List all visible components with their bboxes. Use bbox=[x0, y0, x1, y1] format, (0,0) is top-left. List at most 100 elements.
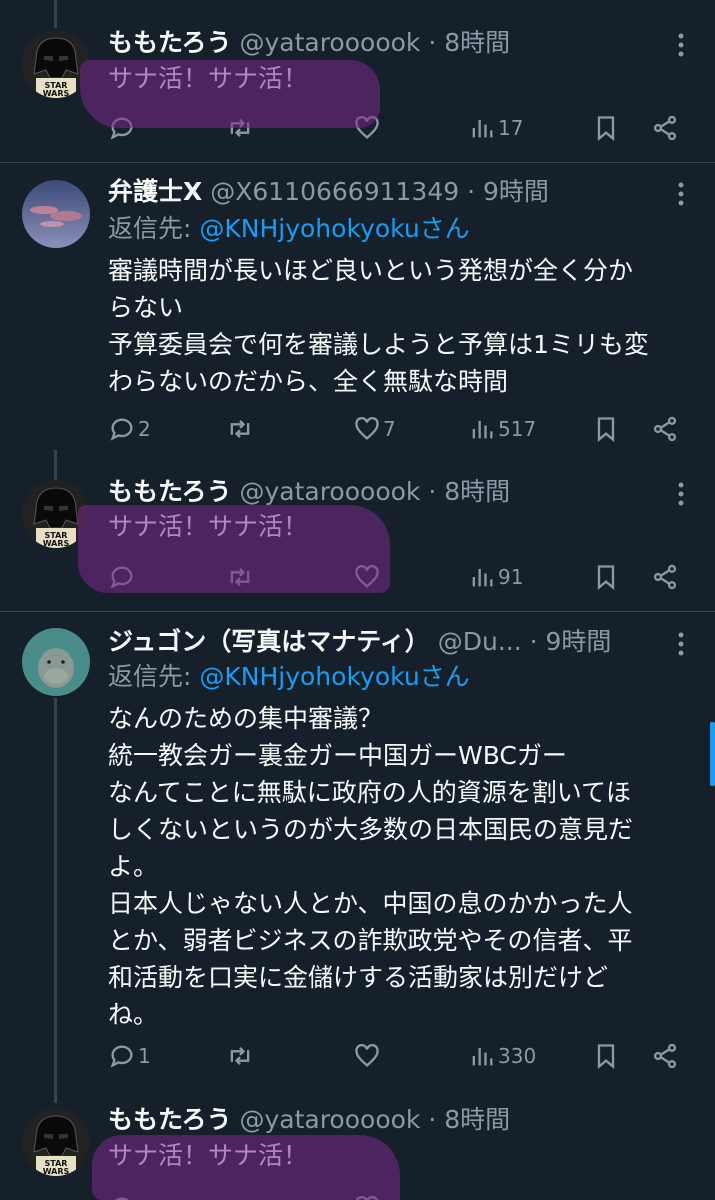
tweet-actions: 1 330 bbox=[108, 1036, 695, 1076]
thread-line bbox=[54, 0, 57, 28]
darth-vader-avatar-icon: STAR WARS bbox=[22, 30, 90, 98]
replying-label: 返信先: bbox=[108, 214, 200, 243]
retweet-icon bbox=[230, 420, 250, 438]
bookmark-button[interactable] bbox=[592, 1036, 620, 1076]
tweet-text-line: らない bbox=[108, 293, 184, 322]
bookmark-icon bbox=[597, 116, 615, 141]
more-options-icon[interactable] bbox=[671, 30, 691, 60]
reply-button[interactable]: 1 bbox=[108, 1036, 151, 1076]
retweet-icon bbox=[230, 568, 250, 586]
tweet-actions: 91 bbox=[108, 557, 695, 597]
user-handle[interactable]: @yataroooook bbox=[239, 28, 420, 57]
views-chart-icon bbox=[472, 1047, 493, 1066]
scrollbar[interactable] bbox=[710, 722, 715, 786]
thread-line bbox=[54, 698, 57, 1103]
tweet-text-line: サナ活！サナ活！ bbox=[108, 512, 309, 541]
like-button[interactable] bbox=[353, 1188, 381, 1200]
tweet-text-line: 統一教会ガー裏金ガー中国ガーWBCガー bbox=[108, 741, 567, 770]
retweet-button[interactable] bbox=[226, 557, 254, 597]
share-icon bbox=[653, 115, 677, 141]
reply-icon bbox=[114, 1197, 130, 1200]
tweet-text-line: しくないというのが大多数の日本国民の意見だ bbox=[108, 815, 634, 844]
tweet-text: サナ活！サナ活！ bbox=[108, 60, 695, 97]
tweet-text: 審議時間が長いほど良いという発想が全く分か らない 予算委員会で何を審議しようと… bbox=[108, 252, 695, 400]
more-options-icon[interactable] bbox=[671, 479, 691, 509]
display-name[interactable]: ももたろう bbox=[108, 1105, 232, 1134]
more-options-icon[interactable] bbox=[671, 629, 691, 659]
like-button[interactable] bbox=[353, 1036, 381, 1076]
timestamp[interactable]: 8時間 bbox=[444, 477, 510, 506]
svg-text:WARS: WARS bbox=[43, 89, 70, 98]
thread-line bbox=[54, 450, 57, 480]
reply-button[interactable]: 2 bbox=[108, 409, 151, 449]
like-button[interactable] bbox=[353, 557, 381, 597]
heart-icon bbox=[355, 1195, 379, 1200]
timestamp[interactable]: 9時間 bbox=[483, 177, 549, 206]
views-button[interactable]: 17 bbox=[468, 108, 523, 148]
avatar[interactable] bbox=[22, 180, 90, 248]
mention-link[interactable]: @KNHjyohokyokuさん bbox=[199, 662, 469, 691]
share-button[interactable] bbox=[651, 557, 679, 597]
replying-to: 返信先: @KNHjyohokyokuさん bbox=[108, 660, 470, 694]
reply-button[interactable] bbox=[108, 108, 136, 148]
bookmark-button[interactable] bbox=[592, 557, 620, 597]
views-count: 517 bbox=[498, 417, 537, 441]
avatar[interactable]: STAR WARS bbox=[22, 480, 90, 548]
timestamp[interactable]: 9時間 bbox=[546, 627, 612, 656]
bookmark-icon bbox=[597, 565, 615, 590]
reply-button[interactable] bbox=[108, 1188, 136, 1200]
tweet-header: ももたろう @yataroooook · 8時間 bbox=[108, 475, 645, 509]
reply-icon bbox=[110, 566, 133, 589]
timestamp[interactable]: 8時間 bbox=[444, 1105, 510, 1134]
like-button[interactable]: 7 bbox=[353, 409, 396, 449]
tweet-text: サナ活！サナ活！ bbox=[108, 1137, 695, 1174]
retweet-button[interactable] bbox=[226, 409, 254, 449]
display-name[interactable]: ジュゴン（写真はマナティ） bbox=[108, 627, 430, 656]
views-button[interactable]: 91 bbox=[468, 557, 523, 597]
avatar[interactable] bbox=[22, 628, 90, 696]
share-button[interactable] bbox=[651, 409, 679, 449]
heart-icon bbox=[355, 416, 379, 440]
display-name[interactable]: 弁護士X bbox=[108, 177, 202, 206]
tweet-actions: 2 7 517 bbox=[108, 409, 695, 449]
views-button[interactable]: 517 bbox=[468, 409, 536, 449]
user-handle[interactable]: @yataroooook bbox=[239, 1105, 420, 1134]
tweet-header: ジュゴン（写真はマナティ） @Du... · 9時間 bbox=[108, 625, 645, 659]
timestamp[interactable]: 8時間 bbox=[444, 28, 510, 57]
tweet-text-line: サナ活！サナ活！ bbox=[108, 64, 309, 93]
more-options-icon[interactable] bbox=[671, 179, 691, 209]
views-count: 91 bbox=[498, 565, 524, 589]
tweet-text: なんのための集中審議？ 統一教会ガー裏金ガー中国ガーWBCガー なんてことに無駄… bbox=[108, 700, 695, 1033]
views-count: 330 bbox=[498, 1044, 537, 1068]
like-button[interactable] bbox=[353, 108, 381, 148]
divider bbox=[0, 611, 715, 612]
tweet-actions: 17 bbox=[108, 108, 695, 148]
tweet-header: ももたろう @yataroooook · 8時間 bbox=[108, 1103, 645, 1137]
display-name[interactable]: ももたろう bbox=[108, 477, 232, 506]
user-handle[interactable]: @X6110666911349 bbox=[210, 177, 459, 206]
bookmark-button[interactable] bbox=[592, 409, 620, 449]
tweet-header: 弁護士X @X6110666911349 · 9時間 bbox=[108, 175, 645, 209]
display-name[interactable]: ももたろう bbox=[108, 28, 232, 57]
darth-vader-avatar-icon: STAR WARS bbox=[22, 480, 90, 548]
avatar[interactable]: STAR WARS bbox=[22, 1108, 90, 1176]
retweet-button[interactable] bbox=[226, 1036, 254, 1076]
reply-count: 2 bbox=[138, 417, 151, 441]
heart-icon bbox=[355, 1043, 379, 1067]
avatar[interactable]: STAR WARS bbox=[22, 30, 90, 98]
user-handle[interactable]: @Du... bbox=[438, 627, 522, 656]
retweet-button[interactable] bbox=[226, 108, 254, 148]
tweet-text-line: 和活動を口実に金儲けする活動家は別だけど bbox=[108, 963, 609, 992]
tweet-text-line: ね。 bbox=[108, 1000, 159, 1029]
views-count: 17 bbox=[498, 116, 524, 140]
tweet-text-line: なんてことに無駄に政府の人的資源を割いてほ bbox=[108, 778, 632, 807]
retweet-icon bbox=[230, 1047, 250, 1065]
share-button[interactable] bbox=[651, 1036, 679, 1076]
reply-button[interactable] bbox=[108, 557, 136, 597]
user-handle[interactable]: @yataroooook bbox=[239, 477, 420, 506]
tweet-text-line: 日本人じゃない人とか、中国の息のかかった人 bbox=[108, 889, 633, 918]
mention-link[interactable]: @KNHjyohokyokuさん bbox=[199, 214, 469, 243]
share-button[interactable] bbox=[651, 108, 679, 148]
bookmark-button[interactable] bbox=[592, 108, 620, 148]
views-button[interactable]: 330 bbox=[468, 1036, 536, 1076]
